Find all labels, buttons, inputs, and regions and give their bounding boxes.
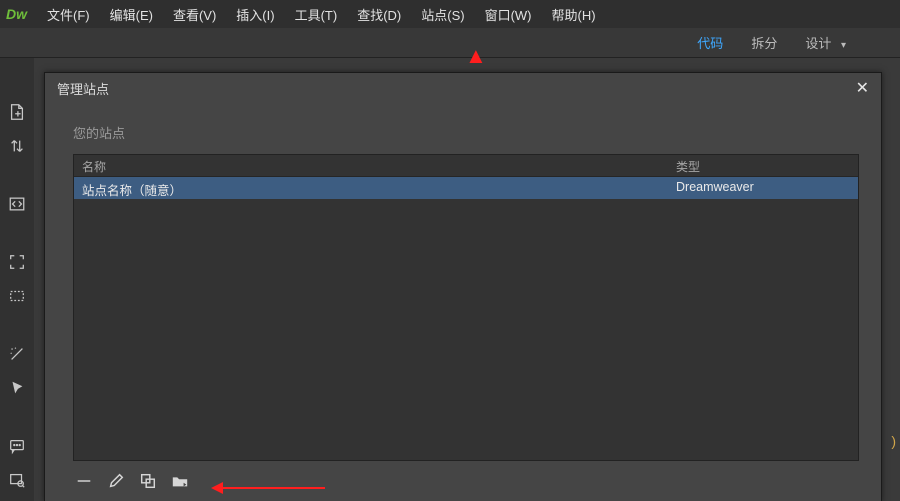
view-tabs: 代码 拆分 设计 ▾ xyxy=(0,28,900,58)
col-header-name[interactable]: 名称 xyxy=(74,155,668,176)
close-icon[interactable]: ✕ xyxy=(856,78,869,98)
tab-design[interactable]: 设计 ▾ xyxy=(791,27,860,58)
row-site-type: Dreamweaver xyxy=(668,177,858,199)
expand-icon[interactable] xyxy=(7,253,27,271)
remove-site-button[interactable] xyxy=(75,472,93,490)
duplicate-site-button[interactable] xyxy=(139,472,157,490)
menu-find[interactable]: 查找(D) xyxy=(347,1,411,28)
menu-insert[interactable]: 插入(I) xyxy=(226,1,284,28)
export-site-button[interactable] xyxy=(171,472,189,490)
menu-tools[interactable]: 工具(T) xyxy=(285,1,348,28)
tab-design-label: 设计 xyxy=(805,36,831,51)
inspect-icon[interactable] xyxy=(7,471,27,489)
row-site-name: 站点名称（随意） xyxy=(74,177,668,199)
menu-file[interactable]: 文件(F) xyxy=(37,1,100,28)
selection-dashed-icon[interactable] xyxy=(7,287,27,305)
dialog-body: 您的站点 名称 类型 站点名称（随意） Dreamweaver xyxy=(45,103,881,501)
updown-arrows-icon[interactable] xyxy=(7,137,27,155)
table-empty-area xyxy=(74,199,858,460)
dialog-footer xyxy=(73,461,859,501)
your-sites-label: 您的站点 xyxy=(73,123,859,142)
sites-table: 名称 类型 站点名称（随意） Dreamweaver xyxy=(73,154,859,461)
tab-code[interactable]: 代码 xyxy=(683,27,737,58)
menu-bar: Dw 文件(F) 编辑(E) 查看(V) 插入(I) 工具(T) 查找(D) 站… xyxy=(0,0,900,28)
code-brackets-icon[interactable] xyxy=(7,195,27,213)
menu-window[interactable]: 窗口(W) xyxy=(475,1,542,28)
menu-site[interactable]: 站点(S) xyxy=(411,1,474,28)
menu-edit[interactable]: 编辑(E) xyxy=(100,1,163,28)
annotation-arrow-left xyxy=(215,487,325,489)
col-header-type[interactable]: 类型 xyxy=(668,155,858,176)
menu-view[interactable]: 查看(V) xyxy=(163,1,226,28)
workarea: ▲ 管理站点 ✕ 您的站点 名称 类型 站点名称（随意） Dreamweaver xyxy=(0,58,900,501)
new-file-icon[interactable] xyxy=(7,103,27,121)
table-row[interactable]: 站点名称（随意） Dreamweaver xyxy=(74,177,858,199)
stray-bracket: ) xyxy=(891,433,896,449)
app-logo: Dw xyxy=(6,6,27,22)
tab-split[interactable]: 拆分 xyxy=(737,27,791,58)
chevron-down-icon: ▾ xyxy=(841,40,846,51)
wand-icon[interactable] xyxy=(7,345,27,363)
left-toolbar xyxy=(0,58,34,501)
dialog-titlebar: 管理站点 ✕ xyxy=(45,73,881,103)
comment-icon[interactable] xyxy=(7,437,27,455)
edit-site-button[interactable] xyxy=(107,472,125,490)
cursor-icon[interactable] xyxy=(7,379,27,397)
dialog-title: 管理站点 xyxy=(57,79,109,98)
table-header: 名称 类型 xyxy=(74,155,858,177)
menu-help[interactable]: 帮助(H) xyxy=(542,1,606,28)
manage-sites-dialog: ▲ 管理站点 ✕ 您的站点 名称 类型 站点名称（随意） Dreamweaver xyxy=(44,72,882,501)
